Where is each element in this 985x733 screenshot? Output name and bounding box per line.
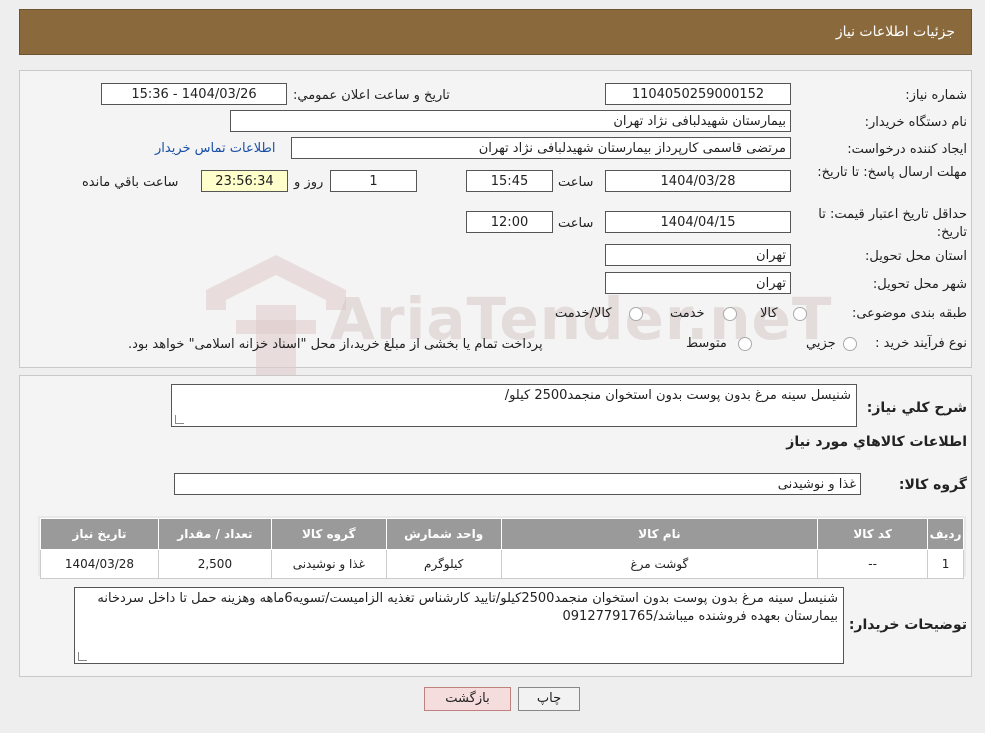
goods-table: رديف کد کالا نام کالا واحد شمارش گروه کا… [40,518,964,579]
category-service-radio[interactable] [723,307,737,321]
page-title: جزئيات اطلاعات نياز [835,24,955,40]
need-number-field: 1104050259000152 [605,83,791,105]
deadline-label: مهلت ارسال پاسخ: تا تاريخ: [817,165,967,180]
goods-group-label: گروه کالا: [898,477,967,493]
province-field: تهران [605,244,791,266]
category-service-label: خدمت [670,306,705,321]
cell-item-name: گوشت مرغ [500,549,819,579]
requester-label: ايجاد کننده درخواست: [847,142,967,157]
city-field: تهران [605,272,791,294]
requester-field: مرتضی قاسمی کارپرداز بیمارستان شهیدلبافی… [291,137,791,159]
process-medium-radio[interactable] [738,337,752,351]
page-header: جزئيات اطلاعات نياز [19,9,972,55]
col-header-unit: واحد شمارش [385,518,502,550]
remaining-time-field: 23:56:34 [201,170,288,192]
days-label: روز و [294,175,324,190]
process-medium-label: متوسط [686,336,727,351]
announce-datetime-label: تاريخ و ساعت اعلان عمومي: [293,88,450,103]
buyer-notes-text: شنیسل سینه مرغ بدون پوست بدون استخوان من… [97,591,838,624]
announce-datetime-field: 1404/03/26 - 15:36 [101,83,287,105]
need-number-label: شماره نياز: [905,88,967,103]
price-validity-label: حداقل تاريخ اعتبار قيمت: تا تاريخ: [818,207,967,240]
col-header-quantity: تعداد / مقدار [157,518,272,550]
table-header-row: رديف کد کالا نام کالا واحد شمارش گروه کا… [40,518,964,550]
resize-grip-icon[interactable] [175,415,184,424]
validity-date-field: 1404/04/15 [605,211,791,233]
col-header-row-number: رديف [927,518,964,550]
back-button[interactable]: بازگشت [424,687,511,711]
table-row: 1 -- گوشت مرغ کیلوگرم غذا و نوشیدنی 2,50… [40,549,964,579]
col-header-need-date: تاريخ نياز [40,518,159,550]
col-header-item-code: کد کالا [817,518,929,550]
summary-label: شرح کلي نياز: [866,400,967,416]
validity-time-label: ساعت [558,216,594,231]
goods-table-wrapper: رديف کد کالا نام کالا واحد شمارش گروه کا… [38,516,966,579]
goods-info-title: اطلاعات کالاهاي مورد نياز [786,434,967,450]
category-goods-service-radio[interactable] [629,307,643,321]
days-field: 1 [330,170,417,192]
deadline-date-field: 1404/03/28 [605,170,791,192]
cell-unit: کیلوگرم [385,549,502,579]
col-header-item-name: نام کالا [500,518,819,550]
deadline-time-label: ساعت [558,175,594,190]
process-minor-radio[interactable] [843,337,857,351]
deadline-time-field: 15:45 [466,170,553,192]
buyer-org-field: بیمارستان شهیدلبافی نژاد تهران [230,110,791,132]
col-header-group: گروه کالا [270,518,387,550]
goods-group-field: غذا و نوشیدنی [174,473,861,495]
resize-grip-icon[interactable] [78,652,87,661]
cell-need-date: 1404/03/28 [40,549,159,579]
print-button[interactable]: چاپ [518,687,580,711]
cell-group: غذا و نوشیدنی [270,549,387,579]
buyer-notes-textarea[interactable]: شنیسل سینه مرغ بدون پوست بدون استخوان من… [74,587,844,664]
remaining-time-label: ساعت باقي مانده [82,175,179,190]
city-label: شهر محل تحويل: [872,277,967,292]
process-minor-label: جزيي [806,336,836,351]
cell-quantity: 2,500 [157,549,272,579]
summary-textarea[interactable]: شنیسل سینه مرغ بدون پوست بدون استخوان من… [171,384,857,427]
cell-item-code: -- [817,549,929,579]
buyer-contact-link[interactable]: اطلاعات تماس خريدار [155,141,275,156]
category-goods-radio[interactable] [793,307,807,321]
process-type-label: نوع فرآيند خريد : [875,336,967,351]
summary-text: شنیسل سینه مرغ بدون پوست بدون استخوان من… [504,388,851,403]
province-label: استان محل تحويل: [865,249,967,264]
category-label: طبقه بندی موضوعی: [851,306,967,321]
buyer-notes-label: توضيحات خريدار: [848,617,967,633]
buyer-org-label: نام دستگاه خريدار: [864,115,967,130]
treasury-note: پرداخت تمام يا بخشی از مبلغ خريد،از محل … [128,337,543,352]
category-goods-service-label: کالا/خدمت [555,306,612,321]
category-goods-label: کالا [760,306,778,321]
cell-row-number: 1 [927,549,964,579]
validity-time-field: 12:00 [466,211,553,233]
